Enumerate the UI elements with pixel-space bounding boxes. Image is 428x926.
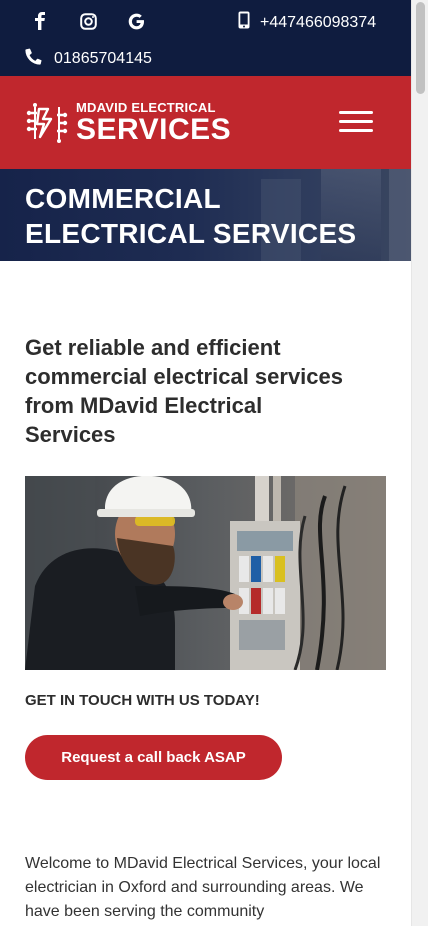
hamburger-icon-line (339, 120, 373, 123)
site-logo[interactable]: MDAVID ELECTRICAL SERVICES (25, 101, 231, 145)
logo-wordmark: SERVICES (76, 113, 232, 146)
top-bar: +447466098374 01865704145 (0, 0, 411, 76)
electrician-at-panel-image (25, 476, 386, 670)
scrollbar-thumb[interactable] (416, 2, 425, 94)
circuit-logo-icon (26, 103, 68, 143)
instagram-icon[interactable] (78, 11, 98, 31)
page-title: COMMERCIAL ELECTRICAL SERVICES (25, 181, 356, 251)
site-header: MDAVID ELECTRICAL SERVICES (0, 76, 411, 169)
social-links (30, 11, 146, 31)
page-title-line-1: COMMERCIAL (25, 183, 221, 214)
request-callback-button[interactable]: Request a call back ASAP (25, 735, 282, 780)
mobile-phone-number: +447466098374 (260, 13, 377, 31)
facebook-icon[interactable] (30, 11, 50, 31)
hamburger-icon-line (339, 129, 373, 132)
page-hero-banner: COMMERCIAL ELECTRICAL SERVICES (0, 169, 411, 261)
hero-background-detail (389, 169, 411, 261)
landline-phone-link[interactable]: 01865704145 (25, 48, 152, 70)
menu-toggle-button[interactable] (339, 111, 373, 135)
page: +447466098374 01865704145 MDAVID ELECTRI… (0, 0, 411, 926)
intro-paragraph: Welcome to MDavid Electrical Services, y… (25, 855, 381, 920)
hamburger-icon-line (339, 111, 373, 114)
lead-heading: Get reliable and efficient commercial el… (25, 335, 344, 447)
landline-phone-number: 01865704145 (54, 50, 152, 67)
electrician-photo (25, 476, 386, 670)
vertical-scrollbar[interactable] (411, 0, 428, 926)
page-title-line-2: ELECTRICAL SERVICES (25, 218, 357, 249)
mobile-phone-link[interactable]: +447466098374 (238, 11, 376, 34)
google-icon[interactable] (126, 11, 146, 31)
cta-heading: GET IN TOUCH WITH US TODAY! (25, 692, 260, 709)
main-content: Get reliable and efficient commercial el… (0, 333, 411, 924)
phone-icon (25, 48, 42, 70)
mobile-phone-icon (238, 11, 250, 34)
